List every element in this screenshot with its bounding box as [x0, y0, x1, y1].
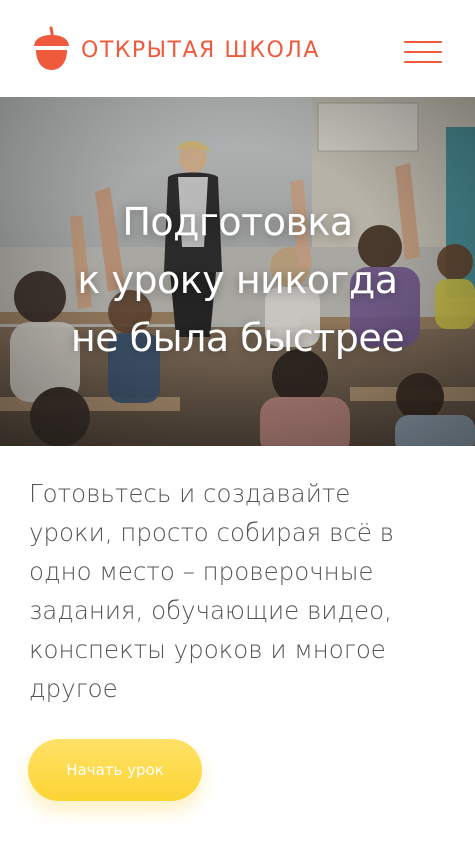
hero-title-line: к уроку никогда	[77, 258, 398, 302]
page: ОТКРЫТАЯ ШКОЛА Подготовка к уроку никогд…	[0, 0, 475, 847]
description-text: Готовьтесь и создавайте уроки, просто со…	[29, 474, 454, 708]
description-line: конспекты уроков и многое	[29, 635, 386, 664]
logo-text[interactable]: ОТКРЫТАЯ ШКОЛА	[81, 36, 320, 66]
hero-title: Подготовка к уроку никогда не была быстр…	[0, 193, 475, 367]
description-line: другое	[29, 674, 118, 703]
description-line: уроки, просто собирая всё в	[29, 518, 395, 547]
hamburger-menu-icon[interactable]	[404, 41, 442, 63]
hero-banner: Подготовка к уроку никогда не была быстр…	[0, 97, 475, 446]
description-line: Готовьтесь и создавайте	[29, 479, 351, 508]
description-line: одно место – проверочные	[29, 557, 374, 586]
start-lesson-button[interactable]: Начать урок	[28, 739, 202, 801]
description-line: задания, обучающие видео,	[29, 596, 392, 625]
header: ОТКРЫТАЯ ШКОЛА	[0, 0, 475, 97]
hero-title-line: не была быстрее	[70, 316, 405, 360]
acorn-icon[interactable]	[31, 26, 72, 72]
hero-title-line: Подготовка	[122, 200, 353, 244]
